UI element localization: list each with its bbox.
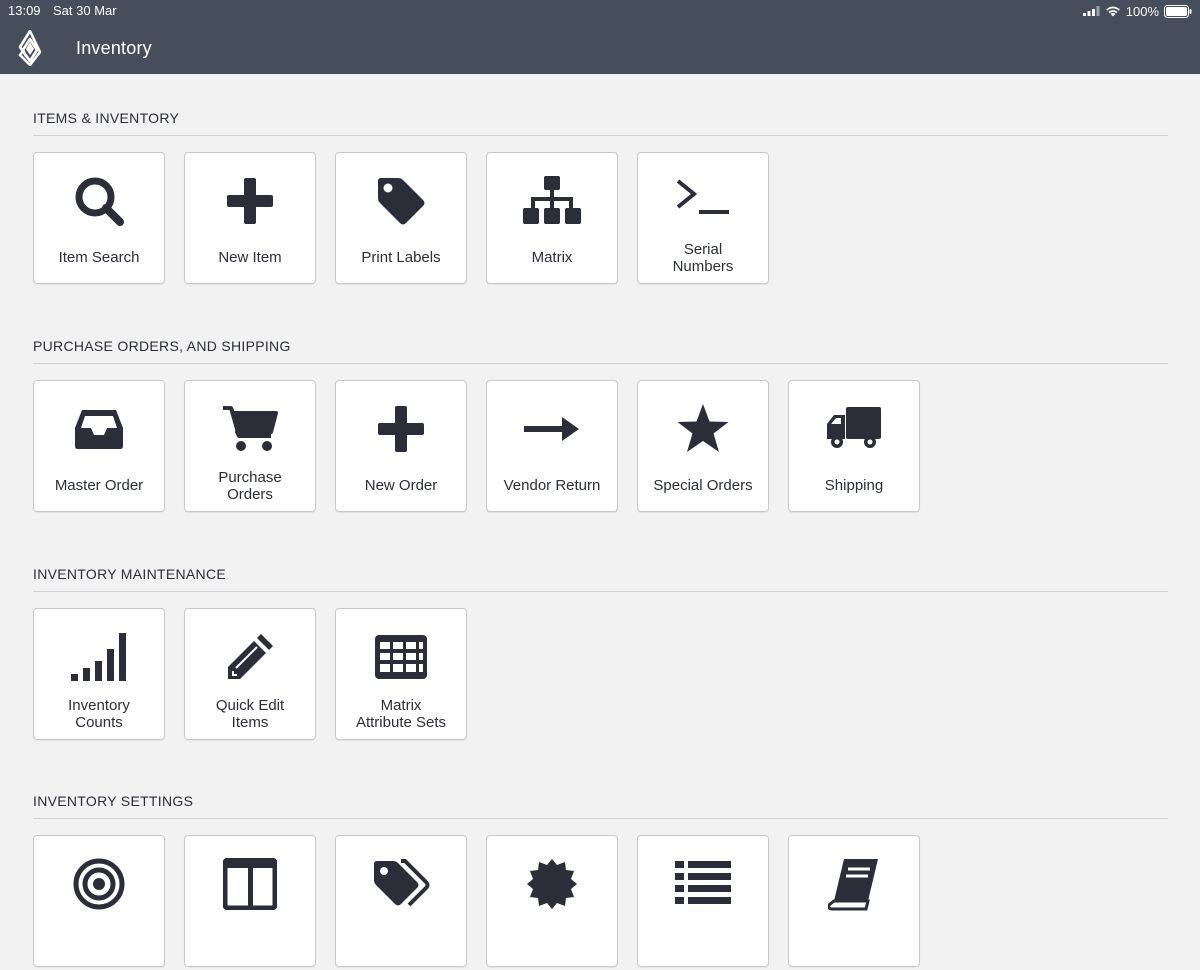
section-title: INVENTORY MAINTENANCE [33,566,1168,592]
list-icon [673,854,733,914]
tile-label-line2: Counts [75,714,123,731]
grid-table-icon [371,627,431,687]
section-inventory-maintenance: INVENTORY MAINTENANCE Inventory Counts Qu… [33,566,1168,743]
quick-edit-items-button[interactable]: Quick Edit Items [184,608,316,740]
new-order-button[interactable]: New Order [335,380,467,512]
tile-label-line1: Serial [683,241,723,258]
section-items-inventory: ITEMS & INVENTORY Item Search New Item P… [33,110,1168,287]
special-orders-button[interactable]: Special Orders [637,380,769,512]
tile-group: Inventory Counts Quick Edit Items Matrix At… [33,608,1168,743]
tile-label-line2: Attribute Sets [355,714,447,731]
tile-label: Serial Numbers [642,241,764,275]
page-title: Inventory [76,38,152,58]
settings-tile-5[interactable] [637,835,769,967]
tile-label-line2: Items [231,714,269,731]
purchase-orders-button[interactable]: Purchase Orders [184,380,316,512]
tile-label: Item Search [58,249,140,266]
settings-tile-4[interactable] [486,835,618,967]
tile-label: Master Order [54,477,144,494]
tile-label: Matrix [531,249,573,266]
sitemap-icon [522,171,582,231]
signal-bars-icon [69,627,129,687]
serial-numbers-button[interactable]: Serial Numbers [637,152,769,284]
section-inventory-settings: INVENTORY SETTINGS [33,793,1168,970]
tile-label-line1: Inventory [68,697,130,714]
tile-label: Quick Edit Items [189,697,311,731]
cellular-signal-icon [1082,6,1100,16]
truck-icon [824,399,884,459]
master-order-button[interactable]: Master Order [33,380,165,512]
new-item-button[interactable]: New Item [184,152,316,284]
item-search-button[interactable]: Item Search [33,152,165,284]
vendor-return-button[interactable]: Vendor Return [486,380,618,512]
tile-label: New Order [364,477,438,494]
terminal-icon [673,167,733,227]
tile-group: Item Search New Item Print Labels Matrix… [33,152,1168,287]
tile-label-line1: Matrix [380,697,422,714]
lightspeed-logo-icon[interactable] [16,30,44,66]
tile-group: Master Order Purchase Orders New Order Ve… [33,380,1168,515]
settings-tile-6[interactable] [788,835,920,967]
inventory-counts-button[interactable]: Inventory Counts [33,608,165,740]
print-labels-button[interactable]: Print Labels [335,152,467,284]
certificate-icon [522,854,582,914]
section-title: PURCHASE ORDERS, AND SHIPPING [33,338,1168,364]
battery-icon [1164,4,1192,18]
shipping-button[interactable]: Shipping [788,380,920,512]
tile-label: Inventory Counts [38,697,160,731]
inbox-icon [69,399,129,459]
tile-label: New Item [218,249,282,266]
status-date: Sat 30 Mar [53,3,117,18]
cart-icon [220,399,280,459]
plus-icon [371,399,431,459]
tile-label-line2: Numbers [672,258,734,275]
bullseye-icon [69,854,129,914]
columns-icon [220,854,280,914]
tile-label-line1: Purchase [218,469,282,486]
tile-label: Print Labels [361,249,441,266]
tile-label: Purchase Orders [189,469,311,503]
status-time: 13:09 [8,3,41,18]
tag-icon [371,171,431,231]
search-icon [69,171,129,231]
matrix-button[interactable]: Matrix [486,152,618,284]
tags-icon [371,854,431,914]
tile-label-line1: Quick Edit [215,697,285,714]
section-purchase-orders-shipping: PURCHASE ORDERS, AND SHIPPING Master Ord… [33,338,1168,515]
tile-label: Vendor Return [503,477,601,494]
battery-percent: 100% [1125,3,1159,19]
settings-tile-3[interactable] [335,835,467,967]
tile-label: Matrix Attribute Sets [340,697,462,731]
plus-icon [220,171,280,231]
tile-label-line2: Orders [227,486,273,503]
settings-tile-2[interactable] [184,835,316,967]
tile-group [33,835,1168,970]
section-title: ITEMS & INVENTORY [33,110,1168,136]
settings-tile-1[interactable] [33,835,165,967]
wifi-icon [1105,6,1120,17]
star-icon [673,399,733,459]
arrow-right-icon [522,399,582,459]
pencil-icon [220,627,280,687]
tile-label: Shipping [824,477,884,494]
matrix-attribute-sets-button[interactable]: Matrix Attribute Sets [335,608,467,740]
book-icon [824,854,884,914]
section-title: INVENTORY SETTINGS [33,793,1168,819]
status-indicators: 100% [1082,2,1192,20]
top-bar: 13:09 Sat 30 Mar 100% Inventory [0,0,1200,74]
tile-label: Special Orders [653,477,753,494]
